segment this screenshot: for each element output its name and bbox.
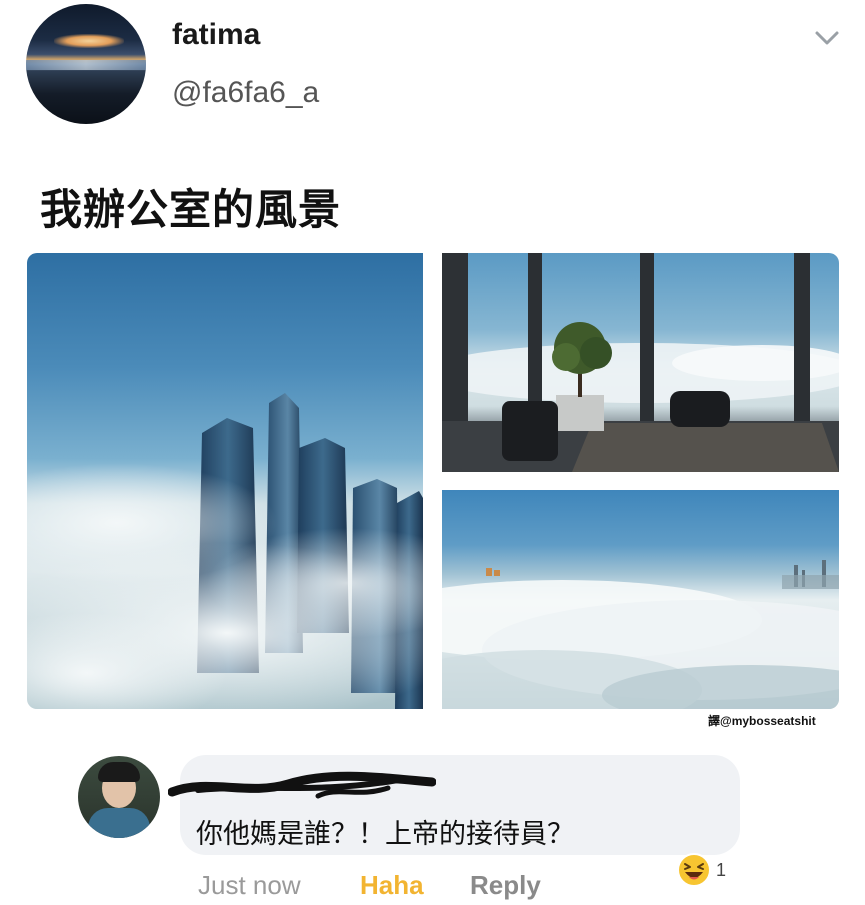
author-display-name[interactable]: fatima [172,18,260,52]
watermark: 譯@mybosseatshit [708,714,816,728]
office-window-cloud-view-photo[interactable] [442,253,839,472]
reply-link[interactable]: Reply [470,870,541,901]
comment-timestamp: Just now [198,870,301,900]
office-window-illustration [442,253,839,472]
haha-reaction-link[interactable]: Haha [360,870,424,901]
avatar-body [88,808,150,838]
comment-actions: Just now Haha Reply [0,870,865,900]
sea-of-clouds-photo[interactable] [442,490,839,709]
avatar-cloud [54,34,124,48]
author-handle[interactable]: @fa6fa6_a [172,76,319,110]
sea-of-clouds-illustration [442,560,839,709]
commenter-avatar[interactable] [78,756,160,838]
skyscrapers-above-clouds-photo[interactable] [27,253,423,709]
skyscrapers-illustration [27,393,423,709]
post-text: 我辦公室的風景 [40,185,342,234]
author-avatar[interactable] [26,4,146,124]
post-header: fatima @fa6fa6_a [0,0,865,140]
chevron-down-icon[interactable] [814,28,840,48]
avatar-hair [98,762,140,782]
avatar-horizon [26,60,146,70]
redacted-commenter-name [168,771,436,799]
comment-text: 你他媽是誰？！上帝的接待員？ [196,819,574,850]
